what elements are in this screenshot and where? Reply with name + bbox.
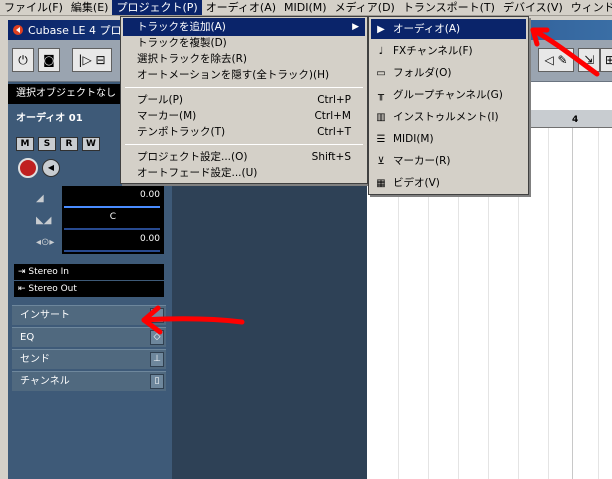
fx-note-icon: ♩ <box>378 46 384 57</box>
show-inspector-icon[interactable]: |▷ ⊟ <box>72 48 112 72</box>
cubase-logo-icon <box>13 25 23 35</box>
output-label: Stereo Out <box>28 284 77 294</box>
menu-devices[interactable]: デバイス(V) <box>499 0 567 15</box>
monitor-icon[interactable]: ◙ <box>38 48 60 72</box>
record-enable-button[interactable] <box>18 158 38 178</box>
section-sends[interactable]: センド ⊥ <box>12 349 166 369</box>
submenu-item-instrument[interactable]: ▥ インストゥルメント(I) <box>371 107 526 127</box>
submenu-item-folder[interactable]: ▭ フォルダ(O) <box>371 63 526 83</box>
pan-value[interactable]: C <box>110 212 116 222</box>
grid-line <box>548 128 549 479</box>
menu-separator <box>125 144 363 145</box>
project-setup-label: プロジェクト設定...(O) <box>137 151 248 163</box>
pool-label: プール(P) <box>137 94 184 106</box>
channel-edit-icon[interactable]: ▯ <box>150 374 164 389</box>
delay-value[interactable]: 0.00 <box>140 234 160 244</box>
grid-line <box>598 128 599 479</box>
input-label: Stereo In <box>28 267 69 277</box>
annotation-arrow-icon <box>141 305 245 335</box>
menu-audio[interactable]: オーディオ(A) <box>202 0 280 15</box>
folder-label: フォルダ(O) <box>393 67 452 79</box>
audio-label: オーディオ(A) <box>393 23 461 35</box>
section-inserts-label: インサート <box>20 310 70 321</box>
section-channel-label: チャンネル <box>20 376 70 387</box>
mute-button[interactable]: M <box>16 137 34 151</box>
volume-value[interactable]: 0.00 <box>140 190 160 200</box>
power-icon[interactable]: ⏻ <box>12 48 34 72</box>
read-button[interactable]: R <box>60 137 78 151</box>
menu-project[interactable]: プロジェクト(P) <box>112 0 202 15</box>
solo-button[interactable]: S <box>38 137 56 151</box>
ruler-bar-number: 4 <box>572 115 579 125</box>
marker-track-label: マーカー(R) <box>393 155 451 167</box>
instrument-label: インストゥルメント(I) <box>393 111 499 123</box>
video-icon: ▦ <box>376 178 386 189</box>
add-track-submenu: ▶ オーディオ(A) ♩ FXチャンネル(F) ▭ フォルダ(O) ╥ グループチャンネ… <box>368 16 529 195</box>
marker-label: マーカー(M) <box>137 110 197 122</box>
submenu-item-group-channel[interactable]: ╥ グループチャンネル(G) <box>371 85 526 105</box>
section-channel[interactable]: チャンネル ▯ <box>12 371 166 391</box>
section-sends-label: センド <box>20 354 50 365</box>
submenu-item-fx-channel[interactable]: ♩ FXチャンネル(F) <box>371 41 526 61</box>
tempo-shortcut: Ctrl+T <box>317 126 351 138</box>
window-title: Cubase LE 4 プロジ <box>28 24 133 37</box>
video-label: ビデオ(V) <box>393 177 440 189</box>
submenu-item-video[interactable]: ▦ ビデオ(V) <box>371 173 526 193</box>
track-parameters: 0.00 C 0.00 <box>62 186 164 254</box>
menu-item-hide-automation[interactable]: オートメーションを隠す(全トラック)(H) <box>123 66 365 84</box>
menu-window[interactable]: ウィンドウ(W <box>567 0 612 15</box>
delay-bar <box>64 250 160 252</box>
menu-bar: ファイル(F) 編集(E) プロジェクト(P) オーディオ(A) MIDI(M)… <box>0 0 612 16</box>
group-channel-label: グループチャンネル(G) <box>393 89 503 101</box>
tempo-label: テンポトラック(T) <box>137 126 226 138</box>
project-menu: トラックを追加(A) ▶ トラックを複製(D) 選択トラックを除去(R) オートメ… <box>120 16 368 184</box>
section-eq-label: EQ <box>20 332 35 343</box>
write-button[interactable]: W <box>82 137 100 151</box>
sends-bypass-icon[interactable]: ⊥ <box>150 352 164 367</box>
menu-edit[interactable]: 編集(E) <box>67 0 113 15</box>
group-icon: ╥ <box>377 90 385 101</box>
grid-line <box>572 128 573 479</box>
monitor-button[interactable]: ◀ <box>42 159 60 177</box>
instrument-icon: ▥ <box>376 112 386 123</box>
play-triangle-icon: ▶ <box>377 24 385 35</box>
menu-item-tempo-track[interactable]: テンポトラック(T) Ctrl+T <box>123 123 365 141</box>
menu-transport[interactable]: トランスポート(T) <box>399 0 499 15</box>
add-track-label: トラックを追加(A) <box>137 21 226 33</box>
menu-midi[interactable]: MIDI(M) <box>280 0 331 15</box>
pan-icon: ◣◢ <box>36 215 52 226</box>
volume-bar <box>64 206 160 208</box>
submenu-item-marker[interactable]: ⊻ マーカー(R) <box>371 151 526 171</box>
volume-icon: ◢ <box>36 193 44 204</box>
pan-bar <box>64 228 160 230</box>
folder-icon: ▭ <box>376 68 386 79</box>
midi-icon: ☰ <box>376 134 386 145</box>
marker-icon: ⊻ <box>377 156 385 167</box>
midi-label: MIDI(M) <box>393 133 434 145</box>
delay-icon: ◂⊙▸ <box>36 237 55 248</box>
submenu-item-midi[interactable]: ☰ MIDI(M) <box>371 129 526 149</box>
annotation-arrow-icon <box>530 27 600 77</box>
output-routing[interactable]: ⇤ Stereo Out <box>14 281 164 297</box>
input-routing[interactable]: ⇥ Stereo In <box>14 264 164 280</box>
menu-separator <box>125 87 363 88</box>
menu-file[interactable]: ファイル(F) <box>0 0 67 15</box>
menu-item-auto-fades[interactable]: オートフェード設定...(U) <box>123 164 365 182</box>
fx-channel-label: FXチャンネル(F) <box>393 45 473 57</box>
menu-media[interactable]: メディア(D) <box>331 0 399 15</box>
submenu-item-audio[interactable]: ▶ オーディオ(A) <box>371 19 526 39</box>
